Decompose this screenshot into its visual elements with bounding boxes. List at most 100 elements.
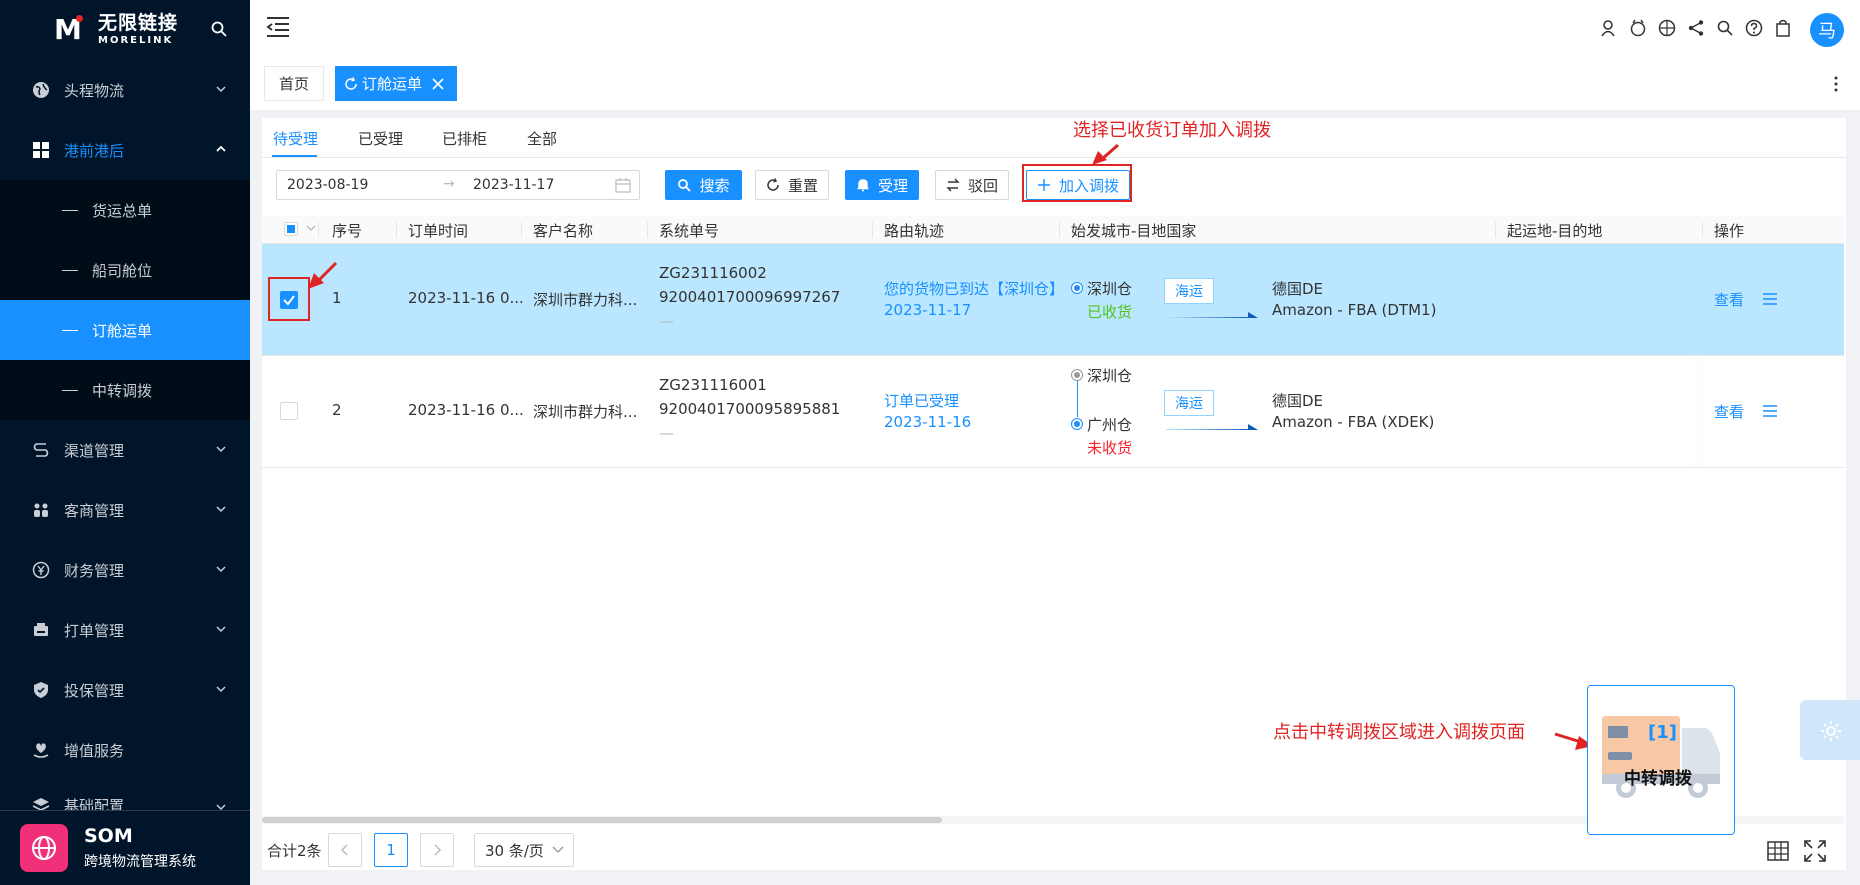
date-end[interactable]: 2023-11-17 — [473, 177, 554, 193]
row-origin-warehouse-2: 广州仓 — [1087, 416, 1133, 434]
bell-icon — [857, 179, 869, 192]
column-settings-icon[interactable] — [1767, 840, 1789, 862]
tab-accepted[interactable]: 已受理 — [358, 128, 403, 149]
sidebar-item-label: 增值服务 — [64, 741, 125, 760]
accept-button[interactable]: 受理 — [845, 170, 919, 200]
sidebar-subitem-transfer[interactable]: 中转调拨 — [0, 360, 250, 420]
share-icon[interactable] — [1687, 19, 1705, 37]
bag-icon[interactable] — [1774, 19, 1792, 37]
accept-button-label: 受理 — [877, 176, 908, 195]
row-system-no-3: — — [659, 312, 674, 330]
menu-icon[interactable] — [1762, 292, 1778, 306]
date-start[interactable]: 2023-08-19 — [287, 177, 368, 193]
search-button[interactable]: 搜索 — [665, 170, 742, 200]
transfer-count: [1] — [1648, 722, 1677, 743]
tab-home[interactable]: 首页 — [264, 66, 324, 101]
chevron-down-icon — [216, 686, 226, 693]
prev-page-button[interactable] — [328, 833, 362, 867]
help-icon[interactable] — [1745, 19, 1763, 37]
user-switch-icon[interactable] — [1600, 19, 1618, 37]
row-index: 2 — [332, 401, 342, 419]
select-all-checkbox[interactable] — [284, 222, 298, 236]
route-icon — [30, 439, 52, 461]
origin-radio — [1071, 418, 1083, 430]
sidebar-item-print[interactable]: 打单管理 — [0, 600, 250, 660]
row-system-no-1: ZG231116001 — [659, 376, 767, 394]
language-icon[interactable] — [1658, 19, 1676, 37]
sidebar-item-insurance[interactable]: 投保管理 — [0, 660, 250, 720]
tab-booking-waybill[interactable]: 订舱运单 — [335, 66, 457, 101]
row-route-status[interactable]: 订单已受理 — [884, 390, 959, 411]
sidebar-item-finance[interactable]: 财务管理 — [0, 540, 250, 600]
row-origin-status: 已收货 — [1087, 303, 1133, 321]
view-link[interactable]: 查看 — [1714, 289, 1744, 310]
sidebar-item-label: 财务管理 — [64, 561, 125, 580]
top-header: 马 — [250, 0, 1860, 58]
tab-pending[interactable]: 待受理 — [273, 128, 318, 149]
sidebar-item-value-added[interactable]: 增值服务 — [0, 720, 250, 780]
sidebar-item-channel[interactable]: 渠道管理 — [0, 420, 250, 480]
subitem-label: 货运总单 — [92, 201, 153, 220]
close-icon[interactable] — [432, 77, 444, 90]
view-link[interactable]: 查看 — [1714, 401, 1744, 422]
fullscreen-icon[interactable] — [1804, 840, 1826, 862]
col-actions: 操作 — [1714, 222, 1745, 240]
tab-all[interactable]: 全部 — [527, 128, 557, 149]
logo-title-cn: 无限链接 — [98, 12, 179, 34]
reset-button[interactable]: 重置 — [755, 170, 829, 200]
sidebar-item-label: 打单管理 — [64, 621, 125, 640]
route-connector — [1077, 381, 1078, 417]
page-size-select[interactable]: 30 条/页 — [474, 833, 574, 867]
fixed-column-shadow — [1702, 356, 1703, 467]
row-dest-country: 德国DE — [1272, 280, 1324, 298]
page-number[interactable]: 1 — [374, 833, 408, 867]
tab-containerized[interactable]: 已排柜 — [442, 128, 487, 149]
user-avatar[interactable]: 马 — [1810, 13, 1844, 47]
menu-icon[interactable] — [1762, 404, 1778, 418]
table-row[interactable]: 1 2023-11-16 0... 深圳市群力科... ZG231116002 … — [262, 244, 1844, 356]
more-vertical-icon[interactable] — [1834, 76, 1838, 92]
annotation-highlight-box — [268, 277, 310, 321]
scrollbar-thumb[interactable] — [262, 817, 942, 823]
transport-line-icon — [1166, 312, 1258, 318]
sidebar-subitem-freight-master[interactable]: 货运总单 — [0, 180, 250, 240]
morelink-logo-icon: M — [54, 13, 83, 46]
shield-icon — [30, 679, 52, 701]
col-order-time: 订单时间 — [408, 222, 469, 240]
transfer-widget[interactable]: [1] 中转调拨 — [1587, 685, 1735, 835]
refresh-icon[interactable] — [344, 76, 358, 91]
sidebar-item-customer[interactable]: 客商管理 — [0, 480, 250, 540]
menu-fold-icon[interactable] — [266, 16, 290, 38]
annotation-arrow-icon — [1092, 143, 1119, 165]
subitem-label: 船司舱位 — [92, 261, 153, 280]
pet-icon[interactable] — [1629, 19, 1647, 37]
col-system-no: 系统单号 — [659, 222, 720, 240]
sidebar-subitem-booking-waybill[interactable]: 订舱运单 — [0, 300, 250, 360]
chevron-down-icon[interactable] — [306, 224, 316, 232]
row-route-status[interactable]: 您的货物已到达【深圳仓】 — [884, 278, 1064, 299]
waybill-table: 序号 订单时间 客户名称 系统单号 路由轨迹 始发城市-目地国家 起运地-目的地… — [262, 216, 1844, 468]
date-range-picker[interactable]: 2023-08-19 → 2023-11-17 — [276, 170, 640, 200]
row-checkbox[interactable] — [280, 402, 298, 420]
row-customer: 深圳市群力科... — [533, 403, 638, 421]
table-row[interactable]: 2 2023-11-16 0... 深圳市群力科... ZG231116001 … — [262, 356, 1844, 468]
next-page-button[interactable] — [420, 833, 454, 867]
row-route-date: 2023-11-16 — [884, 413, 972, 431]
annotation-arrow-icon — [308, 261, 338, 289]
settings-float-button[interactable] — [1800, 700, 1860, 760]
sidebar-subitem-carrier-space[interactable]: 船司舱位 — [0, 240, 250, 300]
row-origin-warehouse: 深圳仓 — [1087, 367, 1133, 385]
search-icon[interactable] — [1716, 19, 1734, 37]
subitem-label: 订舱运单 — [92, 321, 153, 340]
subitem-label: 中转调拨 — [92, 381, 153, 400]
reject-button-label: 驳回 — [967, 176, 998, 195]
reject-button[interactable]: 驳回 — [935, 170, 1009, 200]
sidebar-item-port[interactable]: 港前港后 — [0, 120, 250, 180]
search-button-label: 搜索 — [699, 176, 730, 195]
row-route-date: 2023-11-17 — [884, 301, 972, 319]
app-badge: SOM 跨境物流管理系统 — [0, 810, 250, 885]
annotation-highlight-box — [1022, 164, 1132, 202]
annotation-top: 选择已收货订单加入调拨 — [1073, 120, 1271, 141]
sidebar-item-first-mile[interactable]: 头程物流 — [0, 60, 250, 120]
search-icon[interactable] — [210, 20, 228, 38]
